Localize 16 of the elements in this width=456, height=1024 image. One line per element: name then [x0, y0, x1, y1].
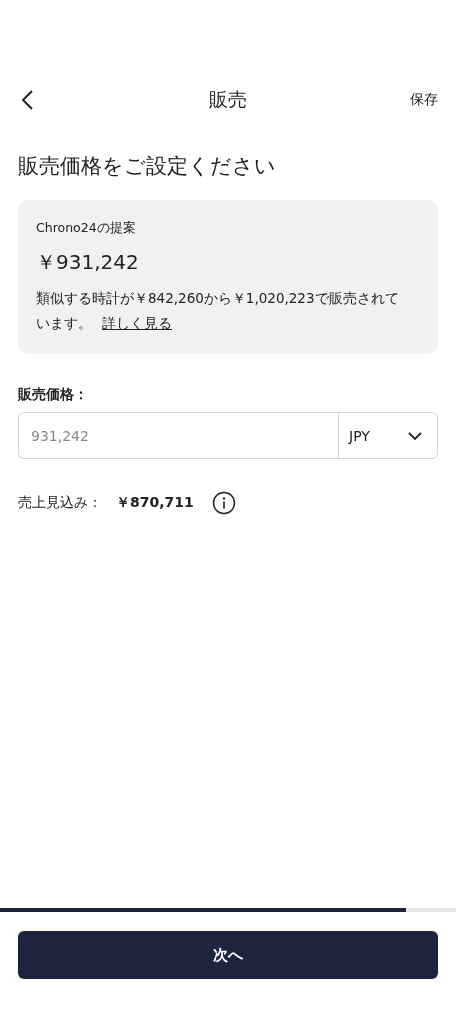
info-icon[interactable] — [211, 491, 236, 515]
more-link[interactable]: 詳しく見る — [102, 315, 172, 331]
suggested-price: ￥931,242 — [36, 249, 140, 276]
suggestion-text: 類似する時計が￥842,260から￥1,020,223で販売されています。 詳しく見る — [36, 289, 400, 333]
price-input[interactable]: 931,242 — [18, 412, 338, 459]
suggestion-title: Chrono24の提案 — [36, 220, 137, 237]
page-title: 販売 — [209, 87, 247, 112]
back-icon — [20, 89, 34, 111]
next-button[interactable]: 次へ — [18, 931, 438, 979]
section-heading: 販売価格をご設定ください — [18, 153, 277, 180]
earnings-value: ￥870,711 — [116, 494, 194, 512]
chevron-down-icon — [407, 430, 423, 441]
currency-dropdown[interactable]: JPY — [338, 412, 438, 459]
price-label: 販売価格： — [18, 386, 89, 404]
save-button[interactable]: 保存 — [410, 91, 438, 109]
earnings-label: 売上見込み： — [18, 494, 102, 512]
